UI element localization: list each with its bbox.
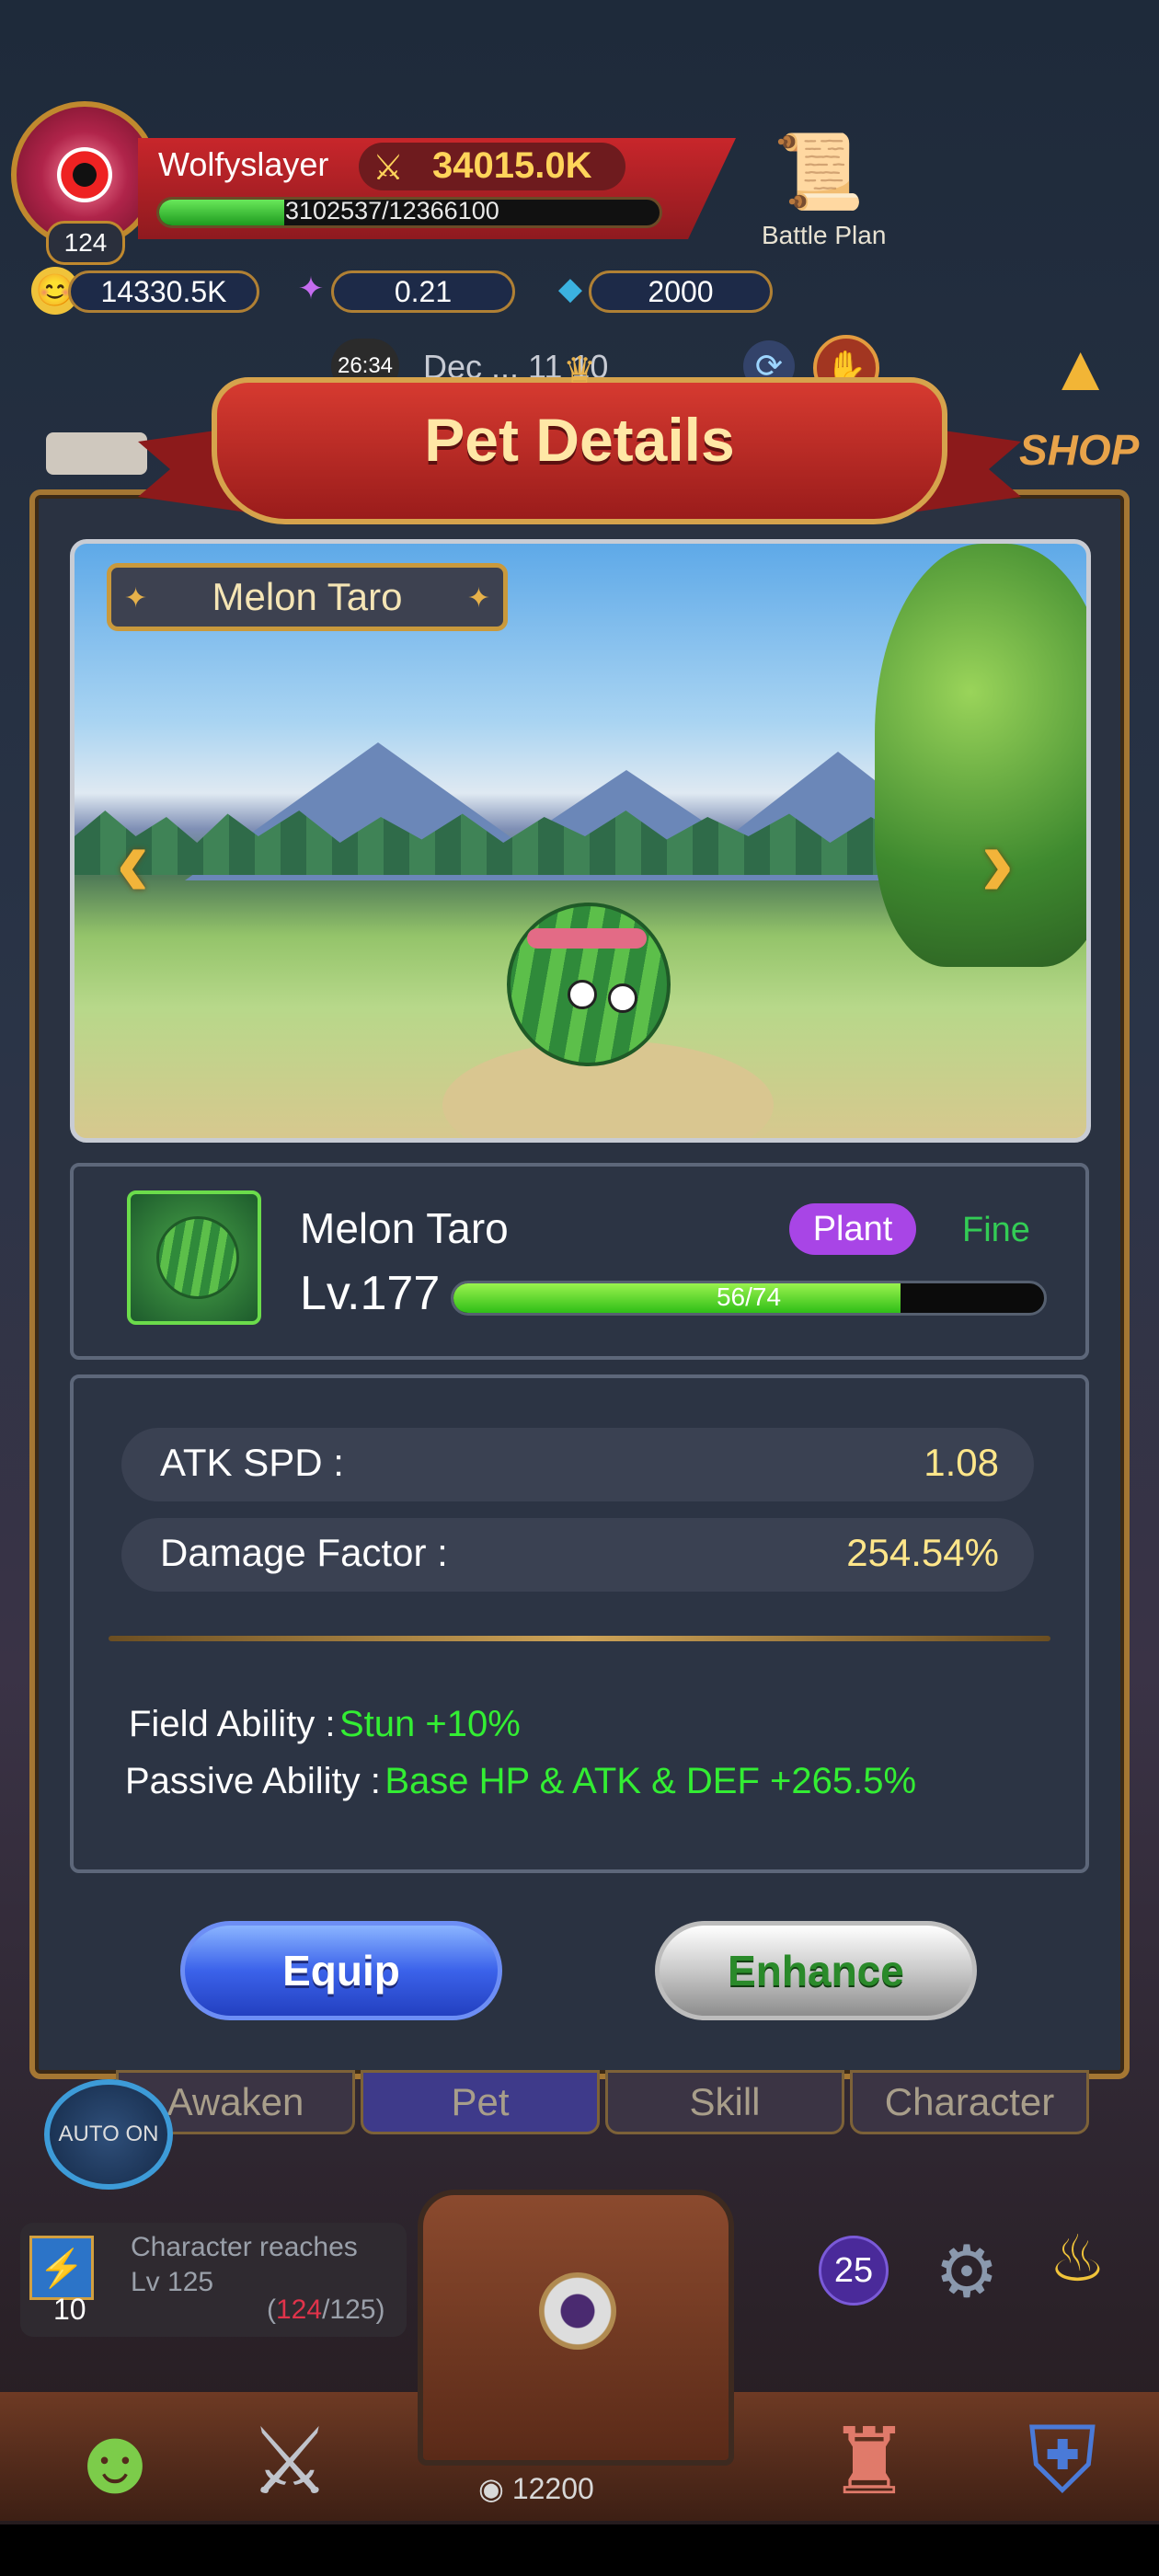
pet-name-plate: ✦ Melon Taro ✦ — [107, 563, 508, 631]
field-ability-value: Stun +10% — [339, 1704, 521, 1744]
shop-button[interactable]: SHOP — [1019, 425, 1139, 475]
pet-exp-text: 56/74 — [716, 1282, 782, 1311]
prev-arrow-icon[interactable]: ‹ — [116, 811, 150, 913]
crossed-swords-icon[interactable]: ⚔ — [221, 2392, 359, 2530]
system-nav-bar — [0, 2524, 1159, 2576]
quest-progress-current: 124 — [276, 2294, 323, 2325]
quest-count: 10 — [53, 2293, 86, 2326]
gem-icon: ◆ — [557, 271, 583, 306]
chest-cost-value: 12200 — [511, 2472, 594, 2505]
chest-cost: ◉ 12200 — [478, 2472, 594, 2505]
pet-level: Lv.177 — [300, 1267, 441, 1320]
gear-icon[interactable]: ⚙ — [935, 2236, 999, 2307]
knight-icon[interactable]: ☻ — [46, 2392, 184, 2530]
pet-eye — [568, 980, 597, 1009]
pet-portrait-icon — [156, 1216, 239, 1299]
stat-value: 1.08 — [924, 1441, 999, 1484]
gold-counter[interactable]: 14330.5K — [68, 270, 259, 313]
eye-avatar-icon — [57, 147, 112, 202]
stat-row-atk-spd: ATK SPD : 1.08 — [121, 1428, 1034, 1501]
passive-ability: Passive Ability : Base HP & ATK & DEF +2… — [125, 1761, 916, 1802]
auto-toggle[interactable]: AUTO ON — [44, 2079, 173, 2190]
stat-row-damage-factor: Damage Factor : 254.54% — [121, 1518, 1034, 1592]
player-xp-fill — [159, 200, 284, 225]
pet-type-badge: Plant — [789, 1203, 916, 1255]
guild-icon[interactable]: ⛨ — [993, 2392, 1131, 2530]
field-ability: Field Ability : Stun +10% — [129, 1704, 521, 1745]
chest-eye-icon — [539, 2272, 616, 2350]
stat-value: 254.54% — [846, 1531, 999, 1574]
quest-text-line: Character reaches — [131, 2232, 358, 2262]
tab-character[interactable]: Character — [850, 2070, 1089, 2134]
star-icon: ✦ — [297, 271, 325, 306]
star-counter[interactable]: 0.21 — [331, 270, 515, 313]
battle-plan-icon[interactable]: 📜 — [773, 129, 883, 221]
star-ornament-icon: ✦ — [466, 583, 490, 614]
mailbox-icon[interactable] — [46, 432, 147, 475]
quest-progress: (124/125) — [267, 2294, 384, 2326]
tab-pet[interactable]: Pet — [361, 2070, 600, 2134]
combat-power: 34015.0K — [432, 145, 592, 186]
passive-ability-label: Passive Ability : — [125, 1761, 381, 1801]
gem-counter[interactable]: 2000 — [589, 270, 773, 313]
player-xp-text: 3102537/12366100 — [285, 197, 499, 224]
tab-skill[interactable]: Skill — [605, 2070, 844, 2134]
star-ornament-icon: ✦ — [124, 583, 148, 614]
sword-icon: ⚔ — [373, 149, 405, 188]
pet-headband — [527, 928, 647, 949]
up-arrow-icon[interactable]: ▲ — [1049, 331, 1112, 405]
lamp-icon[interactable]: ♨ — [1049, 2226, 1107, 2291]
modal-title: Pet Details — [424, 406, 735, 474]
equip-button[interactable]: Equip — [180, 1921, 502, 2020]
stat-label: Damage Factor : — [160, 1531, 448, 1574]
quest-progress-rest: /125) — [322, 2294, 385, 2325]
stat-label: ATK SPD : — [160, 1441, 344, 1484]
field-ability-label: Field Ability : — [129, 1704, 336, 1744]
gold-divider — [109, 1636, 1050, 1641]
next-arrow-icon[interactable]: › — [981, 811, 1015, 913]
pet-eye — [608, 983, 637, 1013]
pet-portrait — [127, 1190, 261, 1325]
player-name: Wolfyslayer — [158, 145, 329, 183]
flag-icon: ⚡ — [29, 2236, 94, 2300]
castle-icon[interactable]: ♜ — [800, 2392, 938, 2530]
battle-plan-label[interactable]: Battle Plan — [762, 221, 886, 250]
pet-name: Melon Taro — [300, 1204, 509, 1252]
crown-ornament-icon: ♛ — [563, 351, 596, 391]
enhance-button[interactable]: Enhance — [655, 1921, 977, 2020]
quest-progress-open: ( — [267, 2294, 276, 2325]
player-level-badge: 124 — [46, 221, 125, 265]
pet-banner-name: Melon Taro — [212, 575, 403, 618]
quest-text: Character reaches Lv 125 — [131, 2230, 358, 2300]
pet-grade: Fine — [962, 1211, 1030, 1249]
pet-sprite — [507, 903, 671, 1066]
passive-ability-value: Base HP & ATK & DEF +265.5% — [384, 1761, 917, 1801]
gem-badge[interactable]: 25 — [819, 2236, 889, 2306]
